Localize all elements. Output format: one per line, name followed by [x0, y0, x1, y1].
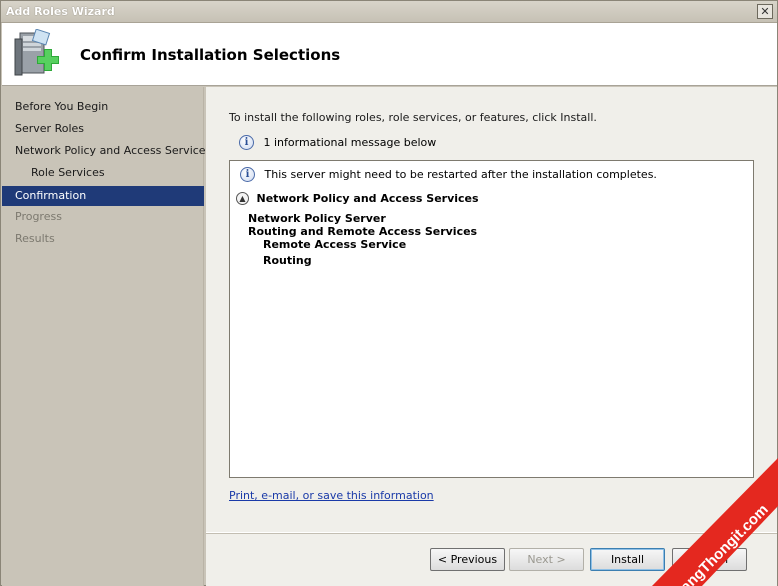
role-routing-remote-access: Routing and Remote Access Services — [248, 225, 478, 238]
section-title: Network Policy and Access Services — [256, 191, 479, 205]
window-title: Add Roles Wizard — [6, 5, 115, 18]
close-button[interactable]: ✕ — [757, 4, 773, 19]
intro-text: To install the following roles, role ser… — [229, 111, 597, 124]
role-remote-access-service: Remote Access Service — [263, 238, 407, 251]
info-message-row: i 1 informational message below — [239, 135, 436, 150]
previous-button[interactable]: < Previous — [430, 548, 505, 571]
nav-item-before-you-begin[interactable]: Before You Begin — [2, 97, 204, 117]
restart-warning-row: i This server might need to be restarted… — [240, 167, 657, 182]
installation-details-panel[interactable]: i This server might need to be restarted… — [229, 160, 754, 478]
next-button: Next > — [509, 548, 584, 571]
info-message-text: 1 informational message below — [263, 136, 437, 149]
nav-item-results: Results — [15, 232, 55, 245]
add-roles-wizard-window: Add Roles Wizard ✕ Confirm Installation … — [0, 0, 778, 586]
print-email-save-link[interactable]: Print, e-mail, or save this information — [229, 489, 434, 502]
nav-item-role-services[interactable]: Role Services — [2, 163, 204, 183]
restart-warning-text: This server might need to be restarted a… — [264, 168, 657, 181]
nav-item-confirmation[interactable]: Confirmation — [2, 186, 204, 206]
wizard-steps-sidebar: Before You Begin Server Roles Network Po… — [2, 87, 211, 586]
wizard-footer: < Previous Next > Install Cancel — [206, 532, 777, 586]
info-icon: i — [239, 135, 254, 150]
role-routing: Routing — [263, 254, 312, 267]
server-roles-add-icon — [14, 29, 59, 76]
cancel-button[interactable]: Cancel — [672, 548, 747, 571]
wizard-header: Confirm Installation Selections — [2, 23, 777, 86]
section-header-row[interactable]: ▲ Network Policy and Access Services — [236, 191, 479, 205]
info-icon: i — [240, 167, 255, 182]
title-bar[interactable]: Add Roles Wizard ✕ — [1, 1, 777, 23]
footer-divider — [206, 533, 777, 534]
nav-item-network-policy[interactable]: Network Policy and Access Services — [2, 141, 211, 161]
nav-item-server-roles[interactable]: Server Roles — [2, 119, 204, 139]
install-button[interactable]: Install — [590, 548, 665, 571]
nav-item-progress: Progress — [15, 210, 62, 223]
main-content: To install the following roles, role ser… — [206, 87, 777, 532]
chevron-up-icon[interactable]: ▲ — [236, 191, 249, 205]
page-title: Confirm Installation Selections — [80, 46, 341, 64]
role-network-policy-server: Network Policy Server — [248, 212, 386, 225]
